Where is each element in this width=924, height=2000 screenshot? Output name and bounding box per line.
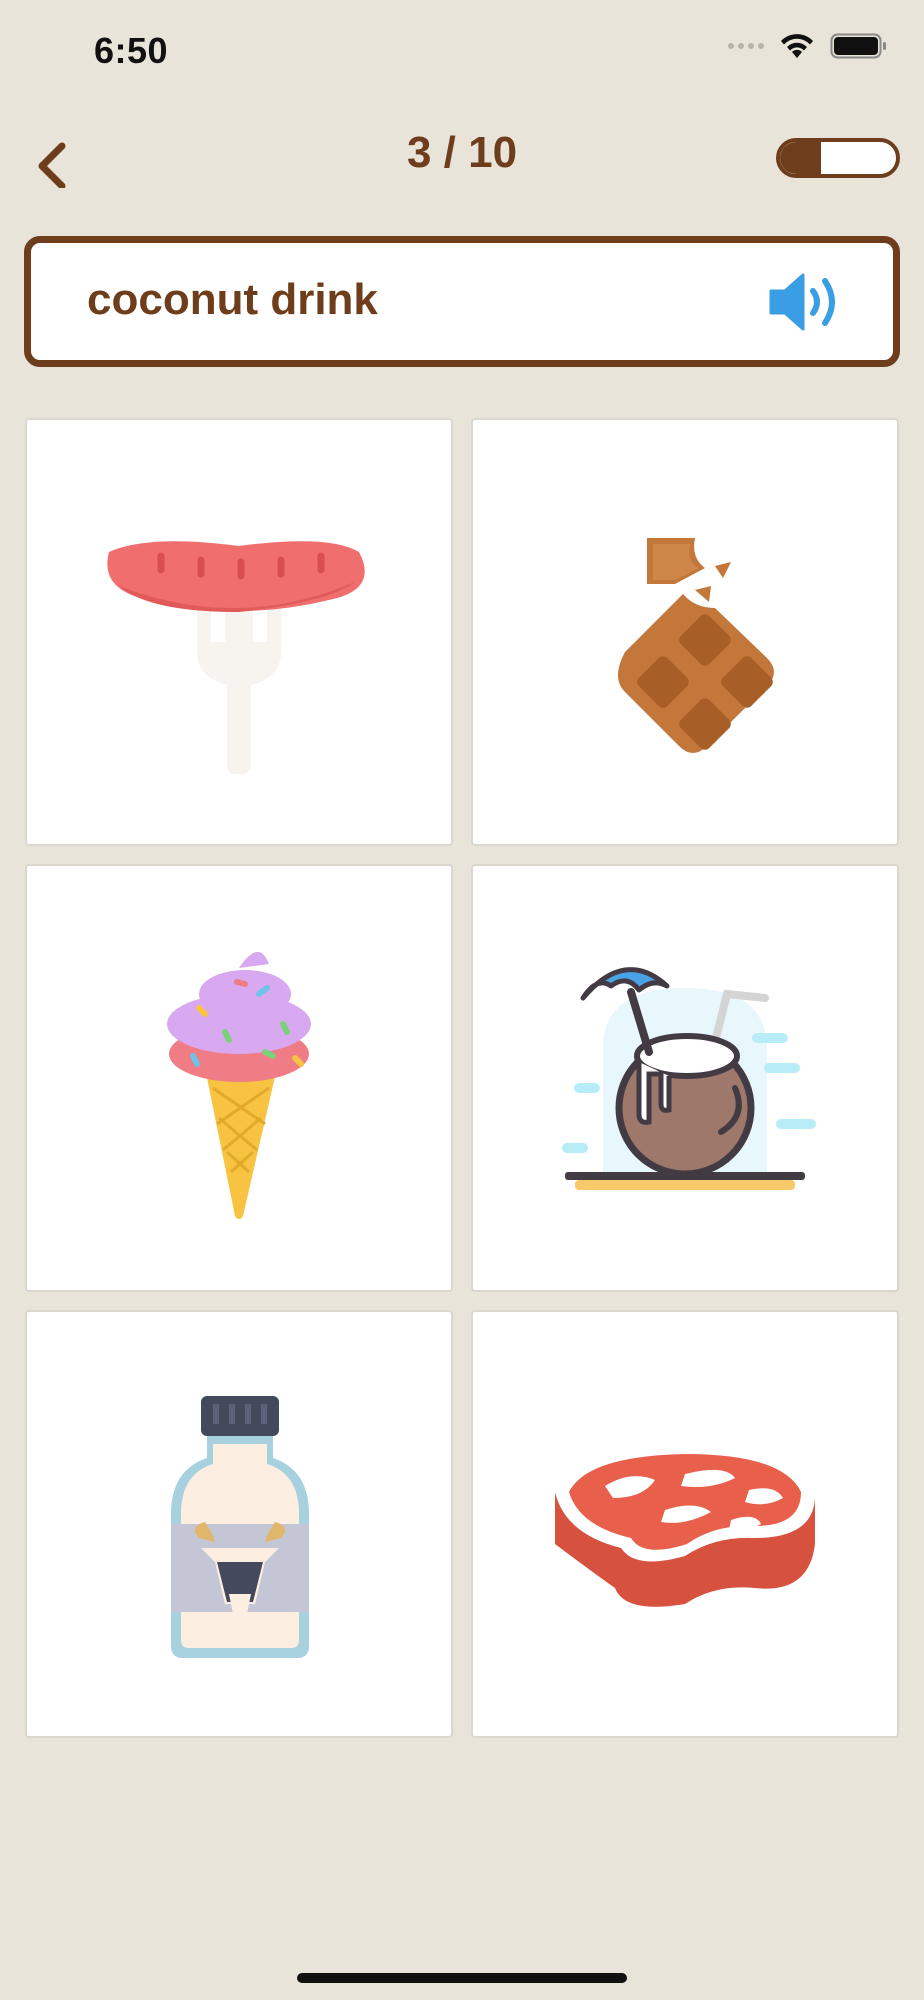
status-icons: [728, 32, 888, 60]
play-audio-button[interactable]: [769, 269, 847, 335]
battery-icon: [830, 33, 886, 59]
answer-tile-steak[interactable]: [471, 1310, 899, 1738]
home-indicator[interactable]: [297, 1973, 627, 1983]
sound-toggle[interactable]: [776, 138, 900, 178]
status-time: 6:50: [94, 30, 169, 71]
cellular-signal-icon: [728, 43, 764, 49]
coconut-drink-icon: [562, 967, 816, 1190]
speaker-icon: [769, 273, 835, 331]
toggle-track: [776, 138, 900, 178]
status-bar: 6:50: [0, 0, 924, 104]
answer-tile-chocolate[interactable]: [471, 418, 899, 846]
prompt-word: coconut drink: [87, 275, 378, 324]
answer-tile-goat-milk[interactable]: [25, 1310, 453, 1738]
goat-milk-bottle-icon: [171, 1396, 309, 1658]
sausage-on-fork-icon: [107, 541, 365, 774]
nav-bar: 3 / 10: [0, 118, 924, 198]
steak-icon: [555, 1442, 816, 1607]
prompt-card: coconut drink: [24, 236, 900, 367]
answer-tile-ice-cream[interactable]: [25, 864, 453, 1292]
toggle-fill: [780, 142, 821, 174]
answer-tile-coconut-drink[interactable]: [471, 864, 899, 1292]
wifi-icon: [781, 34, 813, 58]
answer-tile-sausage[interactable]: [25, 418, 453, 846]
chocolate-bar-icon: [618, 538, 774, 753]
ice-cream-cone-icon: [167, 951, 311, 1219]
